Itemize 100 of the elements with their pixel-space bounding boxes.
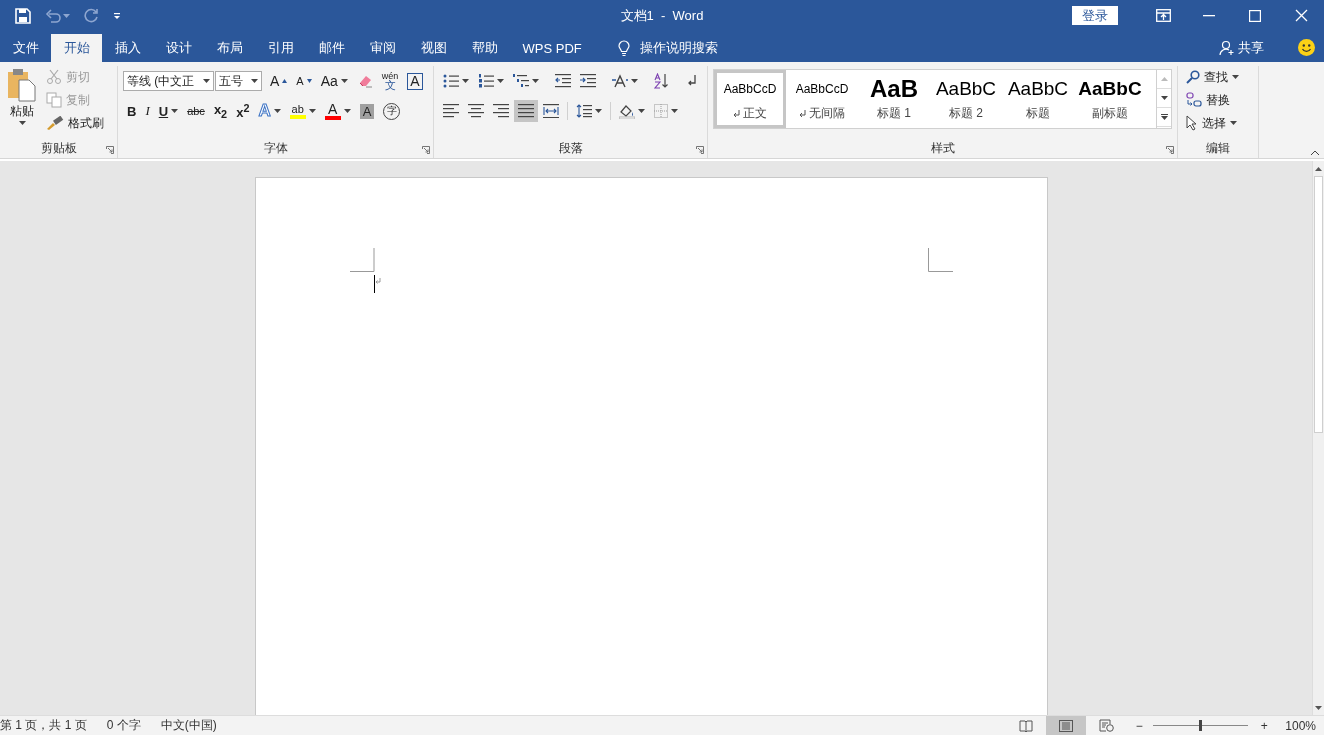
zoom-out-button[interactable]: − <box>1132 718 1147 733</box>
find-button[interactable]: 查找 <box>1183 66 1253 88</box>
paragraph-mark-icon <box>733 109 740 117</box>
font-color-button[interactable]: A <box>320 100 355 122</box>
style-item[interactable]: AaBbCcD 无间隔 <box>786 70 858 128</box>
ribbon-tab[interactable]: 插入 <box>102 34 153 62</box>
triangle-icon <box>306 79 312 83</box>
superscript-button[interactable]: x$^{2}$ <box>232 100 254 122</box>
more-icon <box>1160 114 1168 120</box>
font-name-field[interactable]: 等线 (中文正 <box>123 71 214 91</box>
grow-font-button[interactable]: A <box>266 70 292 92</box>
caret-icon <box>1160 96 1168 100</box>
increase-indent-icon <box>580 74 596 88</box>
subscript-button[interactable]: x$_{2}$ <box>209 100 232 122</box>
tell-me-search[interactable]: 操作说明搜索 <box>612 34 725 62</box>
ribbon-tab[interactable]: 审阅 <box>357 34 408 62</box>
show-marks-icon <box>686 74 698 88</box>
replace-icon <box>1186 92 1202 108</box>
style-item[interactable]: AaBbC 副标题 <box>1074 70 1146 128</box>
ribbon-tab[interactable]: 开始 <box>51 34 102 62</box>
ribbon-tab[interactable]: 视图 <box>408 34 459 62</box>
copy-icon <box>46 92 62 108</box>
caret-icon <box>273 109 281 113</box>
web-layout-icon <box>1098 719 1114 732</box>
numbering-icon <box>478 74 494 88</box>
phonetic-guide-button[interactable]: wén 文 <box>377 70 403 92</box>
format-painter-button[interactable]: 格式刷 <box>43 112 107 134</box>
paintbrush-icon <box>46 116 64 130</box>
dialog-launcher-icon[interactable] <box>422 146 430 154</box>
chinese-layout-icon <box>612 74 628 88</box>
caret-icon <box>638 109 645 113</box>
change-case-button[interactable]: Aa <box>316 70 352 92</box>
ribbon-tab[interactable]: 帮助 <box>459 34 510 62</box>
scissors-icon <box>46 69 62 85</box>
dialog-launcher-icon[interactable] <box>1166 146 1174 154</box>
caret-icon <box>1232 75 1239 79</box>
smiley-icon[interactable] <box>1298 39 1315 56</box>
triangle-icon <box>282 79 288 83</box>
language-indicator[interactable]: 中文(中国) <box>160 717 217 734</box>
style-item[interactable]: AaB 标题 1 <box>858 70 930 128</box>
group-label: 字体 <box>263 140 288 157</box>
dialog-launcher-icon[interactable] <box>696 146 704 154</box>
login-button[interactable]: 登录 <box>1072 6 1118 25</box>
collapse-ribbon-icon[interactable] <box>1310 150 1320 156</box>
style-item[interactable]: AaBbCcD 正文 <box>714 70 786 128</box>
margin-corner-mark <box>928 248 953 272</box>
print-layout-icon <box>1059 719 1074 732</box>
italic-button[interactable]: I <box>141 100 154 122</box>
window-title: 文档1 - Word <box>620 6 704 25</box>
highlight-button[interactable]: ab <box>285 100 320 122</box>
borders-icon <box>654 104 668 118</box>
underline-button[interactable]: U <box>154 100 183 122</box>
page-count[interactable]: 第 1 页，共 1 页 <box>0 717 87 734</box>
replace-button[interactable]: 替换 <box>1183 89 1253 111</box>
group-label: 编辑 <box>1206 140 1230 157</box>
caret-icon <box>203 79 210 83</box>
zoom-in-button[interactable]: + <box>1257 718 1272 733</box>
caret-icon <box>462 79 469 83</box>
customize-icon[interactable] <box>113 11 121 20</box>
redo-icon[interactable] <box>84 8 99 23</box>
ribbon-tab[interactable]: 引用 <box>255 34 306 62</box>
style-item[interactable]: AaBbC 标题 2 <box>930 70 1002 128</box>
group-label: 样式 <box>930 140 955 157</box>
person-add-icon <box>1219 40 1235 56</box>
caret-icon <box>171 109 179 113</box>
text-cursor-icon <box>374 275 382 293</box>
font-size-field[interactable]: 五号 <box>215 71 262 91</box>
caret-icon <box>631 79 638 83</box>
caret-icon <box>671 109 678 113</box>
scrollbar-thumb[interactable] <box>1314 176 1323 433</box>
align-icon <box>468 104 484 118</box>
ribbon-tab[interactable]: 文件 <box>0 34 51 62</box>
scroll-up-icon <box>1160 77 1168 81</box>
zoom-level[interactable]: 100% <box>1285 718 1316 733</box>
group-label: 段落 <box>558 140 583 157</box>
align-button[interactable] <box>514 100 538 122</box>
ribbon-tab[interactable]: 布局 <box>204 34 255 62</box>
multilevel-list-icon <box>513 74 529 88</box>
select-button[interactable]: 选择 <box>1183 112 1253 134</box>
ribbon-tab[interactable]: 邮件 <box>306 34 357 62</box>
word-count[interactable]: 0 个字 <box>106 717 141 734</box>
caret-icon <box>532 79 539 83</box>
share-button[interactable]: 共享 <box>1213 34 1270 62</box>
dialog-launcher-icon[interactable] <box>106 146 114 154</box>
shrink-font-button[interactable]: A <box>292 70 316 92</box>
print-layout-button[interactable] <box>1046 716 1087 735</box>
undo-icon[interactable] <box>45 8 61 23</box>
line-spacing-icon <box>576 104 592 118</box>
zoom-slider-thumb[interactable] <box>1199 720 1203 731</box>
strikethrough-button[interactable]: abc <box>183 100 209 122</box>
read-mode-icon <box>1019 719 1034 732</box>
style-item[interactable]: AaBbC 标题 <box>1002 70 1074 128</box>
caret-icon <box>308 109 316 113</box>
bold-button[interactable]: B <box>123 100 141 122</box>
caret-icon <box>63 13 70 18</box>
save-icon[interactable] <box>15 7 31 24</box>
paste-button[interactable]: 粘贴 <box>5 66 39 139</box>
ribbon-tab[interactable]: WPS PDF <box>510 34 595 62</box>
ribbon-tab[interactable]: 设计 <box>153 34 204 62</box>
character-shading-button[interactable]: A <box>355 100 379 122</box>
